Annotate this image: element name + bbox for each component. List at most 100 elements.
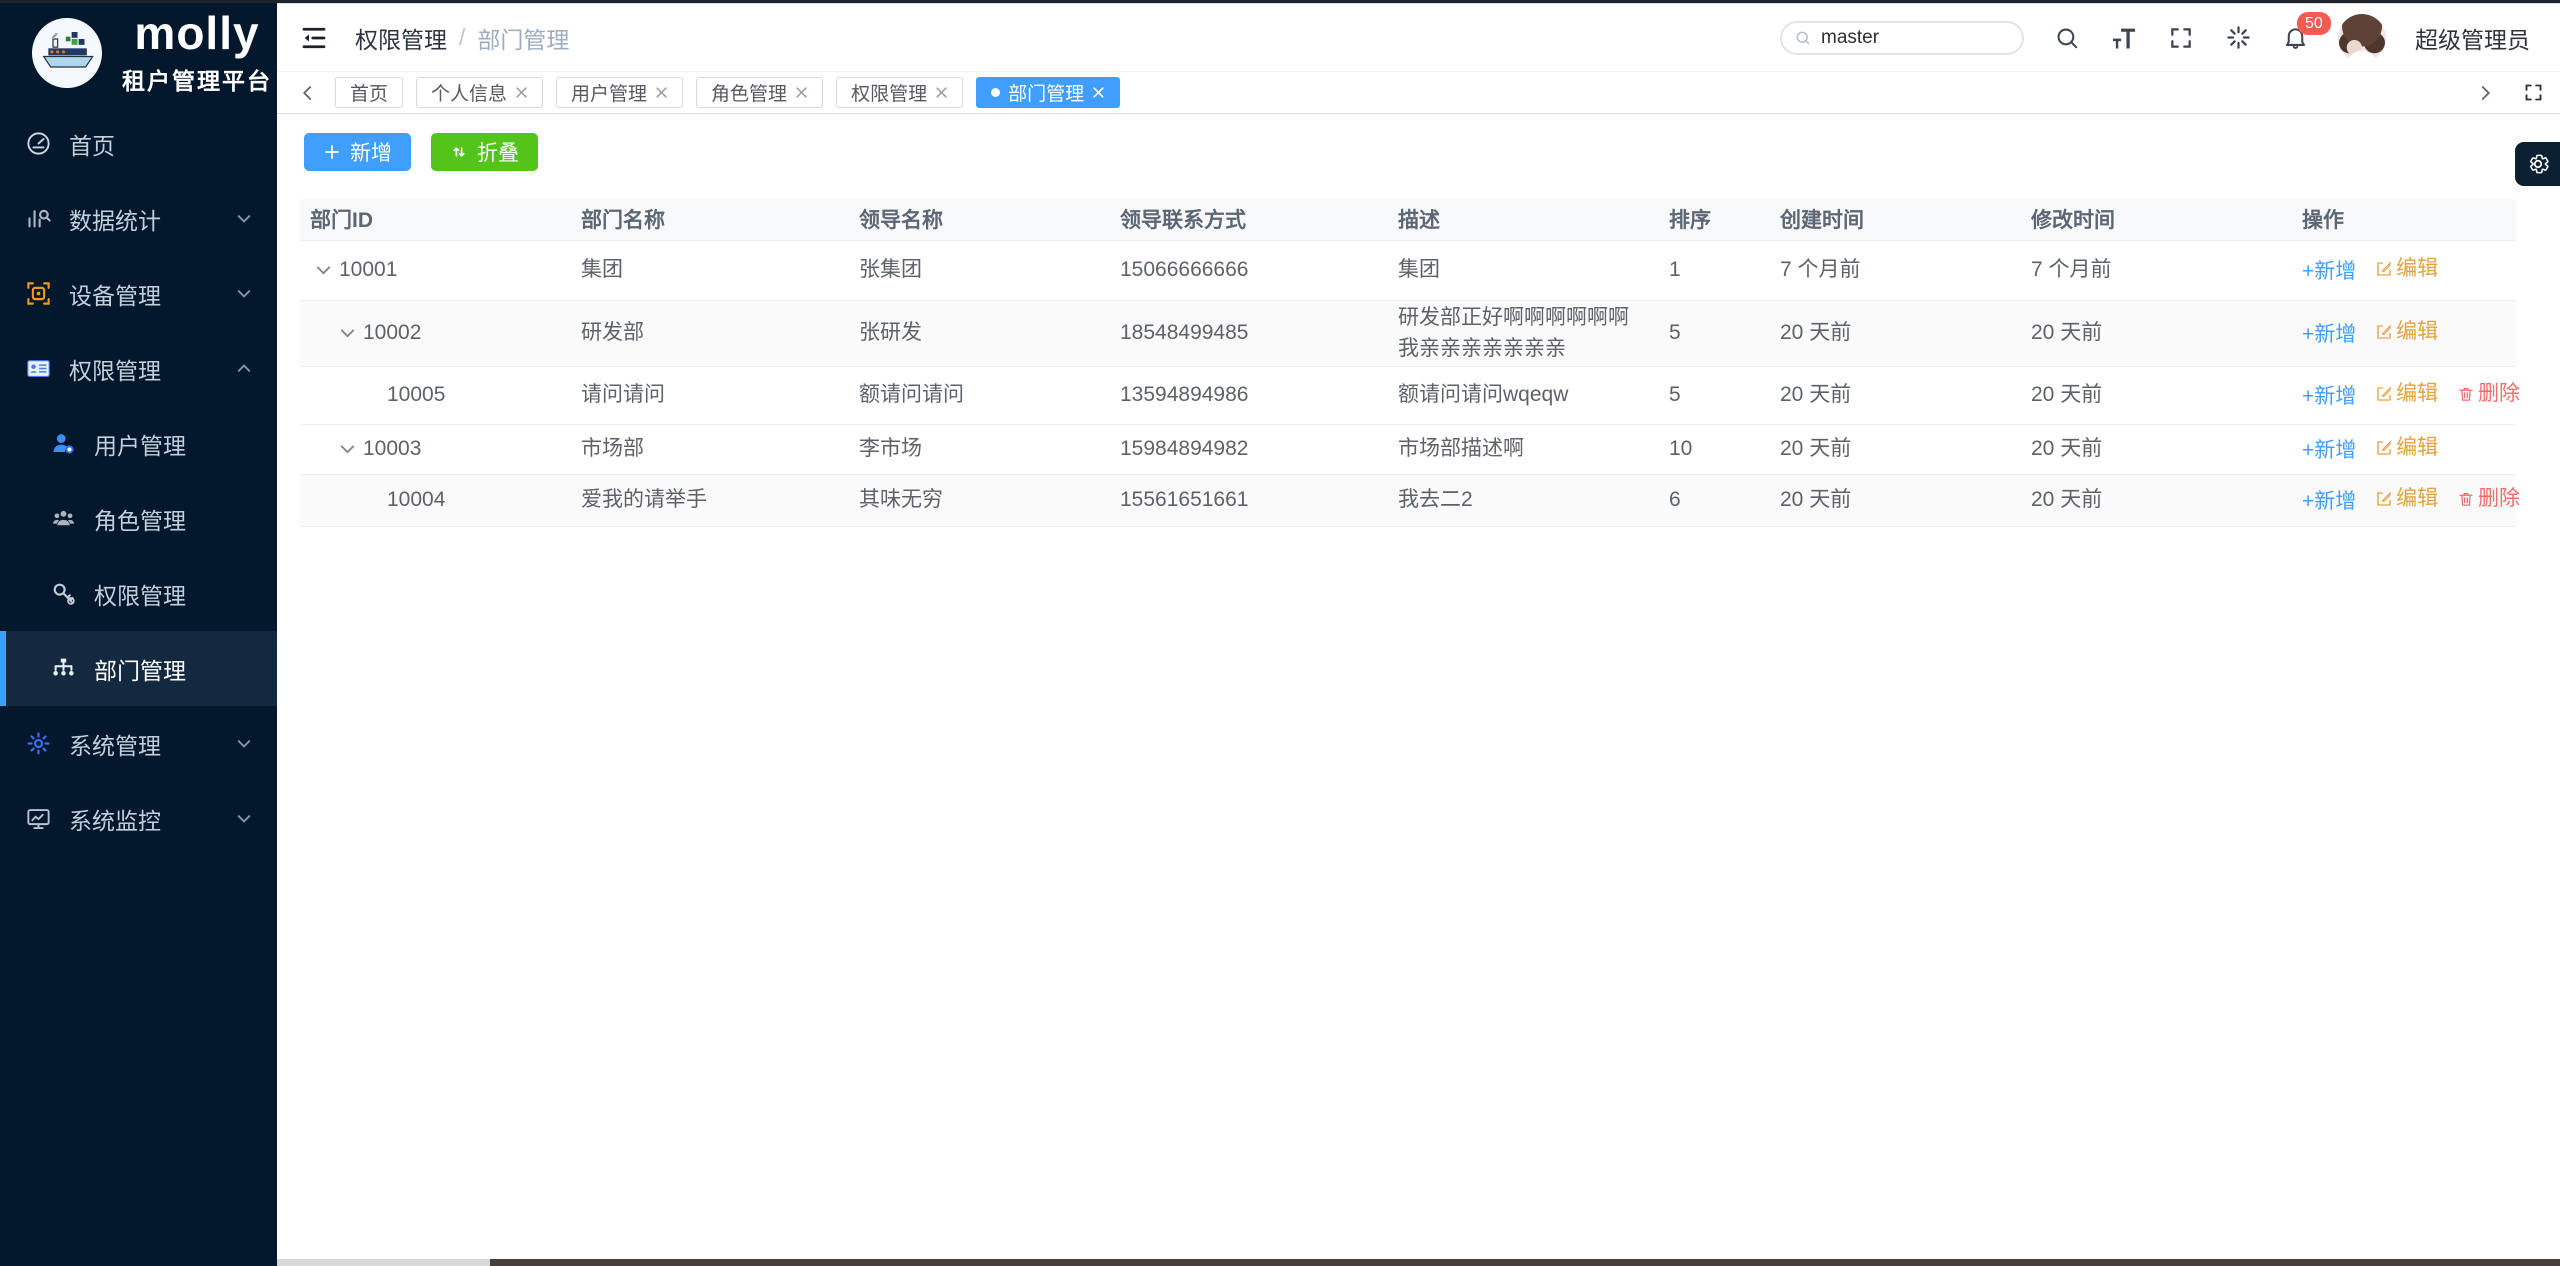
close-icon[interactable] bbox=[655, 86, 668, 99]
bar-chart-search-icon bbox=[25, 205, 52, 232]
close-icon[interactable] bbox=[1092, 86, 1105, 99]
collapse-button[interactable]: 折叠 bbox=[431, 133, 538, 171]
logo-text: molly 租户管理平台 bbox=[122, 10, 272, 96]
loading-icon[interactable] bbox=[2224, 24, 2252, 52]
row-delete-link[interactable]: 删除 bbox=[2457, 483, 2520, 515]
font-size-icon[interactable] bbox=[2110, 24, 2138, 52]
tab-home[interactable]: 首页 bbox=[335, 77, 403, 108]
tabs-scroll-left-button[interactable] bbox=[297, 82, 319, 104]
leader-name: 额请问请问 bbox=[849, 366, 1110, 424]
sidebar-subitem-user-mgmt[interactable]: 用户管理 bbox=[0, 406, 277, 481]
tab-permission-mgmt[interactable]: 权限管理 bbox=[836, 77, 963, 108]
fullscreen-icon[interactable] bbox=[2167, 24, 2195, 52]
gear-icon bbox=[25, 730, 52, 757]
close-icon[interactable] bbox=[515, 86, 528, 99]
row-add-link[interactable]: +新增 bbox=[2302, 319, 2356, 351]
row-add-link[interactable]: +新增 bbox=[2302, 256, 2356, 288]
org-tree-icon bbox=[50, 655, 77, 682]
sidebar-item-system-mgmt[interactable]: 系统管理 bbox=[0, 706, 277, 781]
row-edit-link[interactable]: 编辑 bbox=[2375, 378, 2438, 410]
col-modified-time: 修改时间 bbox=[2021, 199, 2292, 240]
leader-name: 张研发 bbox=[849, 300, 1110, 366]
dept-name: 集团 bbox=[571, 240, 849, 300]
dept-name: 请问请问 bbox=[571, 366, 849, 424]
tab-user-mgmt[interactable]: 用户管理 bbox=[556, 77, 683, 108]
leader-phone: 15066666666 bbox=[1110, 240, 1388, 300]
leader-phone: 15561651661 bbox=[1110, 474, 1388, 526]
sidebar-subitem-permission-mgmt[interactable]: 权限管理 bbox=[0, 556, 277, 631]
chip-icon bbox=[25, 280, 52, 307]
close-icon[interactable] bbox=[795, 86, 808, 99]
leader-name: 张集团 bbox=[849, 240, 1110, 300]
theme-settings-button[interactable] bbox=[2515, 142, 2560, 186]
tab-label: 首页 bbox=[350, 79, 388, 106]
collapse-row-icon[interactable] bbox=[340, 444, 355, 454]
menu-search-box[interactable] bbox=[1780, 21, 2024, 55]
sidebar-item-data-stats[interactable]: 数据统计 bbox=[0, 181, 277, 256]
row-add-link[interactable]: +新增 bbox=[2302, 486, 2356, 518]
row-edit-link[interactable]: 编辑 bbox=[2375, 483, 2438, 515]
tabs-scroll-right-button[interactable] bbox=[2474, 82, 2496, 104]
modified-time: 20 天前 bbox=[2021, 424, 2292, 474]
add-button[interactable]: 新增 bbox=[304, 133, 411, 171]
tab-label: 权限管理 bbox=[851, 79, 927, 106]
tab-profile[interactable]: 个人信息 bbox=[416, 77, 543, 108]
notifications-button[interactable]: 50 bbox=[2281, 24, 2309, 52]
close-icon[interactable] bbox=[935, 86, 948, 99]
tab-dept-mgmt[interactable]: 部门管理 bbox=[976, 77, 1120, 108]
tab-label: 用户管理 bbox=[571, 79, 647, 106]
sidebar-subitem-dept-mgmt[interactable]: 部门管理 bbox=[0, 631, 277, 706]
user-avatar[interactable] bbox=[2338, 14, 2386, 62]
col-leader-name: 领导名称 bbox=[849, 199, 1110, 240]
sidebar-subitem-role-mgmt[interactable]: 角色管理 bbox=[0, 481, 277, 556]
sort-value: 5 bbox=[1659, 366, 1770, 424]
table-row: 10003 市场部 李市场 15984894982 市场部描述啊 10 20 天… bbox=[300, 424, 2516, 474]
chevron-down-icon bbox=[237, 814, 251, 823]
sidebar-item-permission-mgmt[interactable]: 权限管理 bbox=[0, 331, 277, 406]
leader-name: 李市场 bbox=[849, 424, 1110, 474]
row-edit-link[interactable]: 编辑 bbox=[2375, 316, 2438, 348]
dept-name: 爱我的请举手 bbox=[571, 474, 849, 526]
edit-icon bbox=[2375, 439, 2393, 457]
search-icon bbox=[1794, 29, 1812, 47]
plus-icon bbox=[323, 143, 341, 161]
collapse-row-icon[interactable] bbox=[340, 328, 355, 338]
notification-badge: 50 bbox=[2297, 12, 2331, 35]
sidebar-item-device-mgmt[interactable]: 设备管理 bbox=[0, 256, 277, 331]
edit-icon bbox=[2375, 385, 2393, 403]
sidebar-item-home[interactable]: 首页 bbox=[0, 106, 277, 181]
header: 权限管理 / 部门管理 bbox=[277, 3, 2560, 72]
tab-bar: 首页 个人信息 用户管理 角色管理 权限管理 部门管理 bbox=[277, 72, 2560, 114]
table-toolbar: 新增 折叠 bbox=[277, 114, 2560, 171]
row-add-link[interactable]: +新增 bbox=[2302, 381, 2356, 413]
edit-icon bbox=[2375, 260, 2393, 278]
sidebar-item-label: 设备管理 bbox=[69, 277, 161, 311]
leader-phone: 13594894986 bbox=[1110, 366, 1388, 424]
team-icon bbox=[50, 505, 77, 532]
content-fullscreen-icon[interactable] bbox=[2522, 82, 2544, 104]
collapse-row-icon[interactable] bbox=[316, 265, 331, 275]
sidebar-item-label: 系统监控 bbox=[69, 802, 161, 836]
modified-time: 20 天前 bbox=[2021, 474, 2292, 526]
dept-id: 10005 bbox=[387, 379, 445, 411]
current-user-name[interactable]: 超级管理员 bbox=[2415, 21, 2530, 55]
user-gear-icon bbox=[50, 430, 77, 457]
row-add-link[interactable]: +新增 bbox=[2302, 435, 2356, 467]
menu-fold-icon[interactable] bbox=[299, 23, 329, 53]
created-time: 20 天前 bbox=[1770, 366, 2021, 424]
breadcrumb-parent[interactable]: 权限管理 bbox=[355, 21, 447, 55]
search-input[interactable] bbox=[1821, 27, 1991, 49]
dept-name: 市场部 bbox=[571, 424, 849, 474]
sidebar-item-label: 数据统计 bbox=[69, 202, 161, 236]
tab-bar-right-controls bbox=[2474, 82, 2544, 104]
sidebar-item-system-monitor[interactable]: 系统监控 bbox=[0, 781, 277, 856]
col-leader-phone: 领导联系方式 bbox=[1110, 199, 1388, 240]
row-edit-link[interactable]: 编辑 bbox=[2375, 253, 2438, 285]
table-row: 10002 研发部 张研发 18548499485 研发部正好啊啊啊啊啊啊我亲亲… bbox=[300, 300, 2516, 366]
tab-role-mgmt[interactable]: 角色管理 bbox=[696, 77, 823, 108]
row-delete-link[interactable]: 删除 bbox=[2457, 378, 2520, 410]
search-icon[interactable] bbox=[2053, 24, 2081, 52]
row-edit-link[interactable]: 编辑 bbox=[2375, 432, 2438, 464]
dept-description: 集团 bbox=[1388, 240, 1659, 300]
dept-description: 市场部描述啊 bbox=[1388, 424, 1659, 474]
